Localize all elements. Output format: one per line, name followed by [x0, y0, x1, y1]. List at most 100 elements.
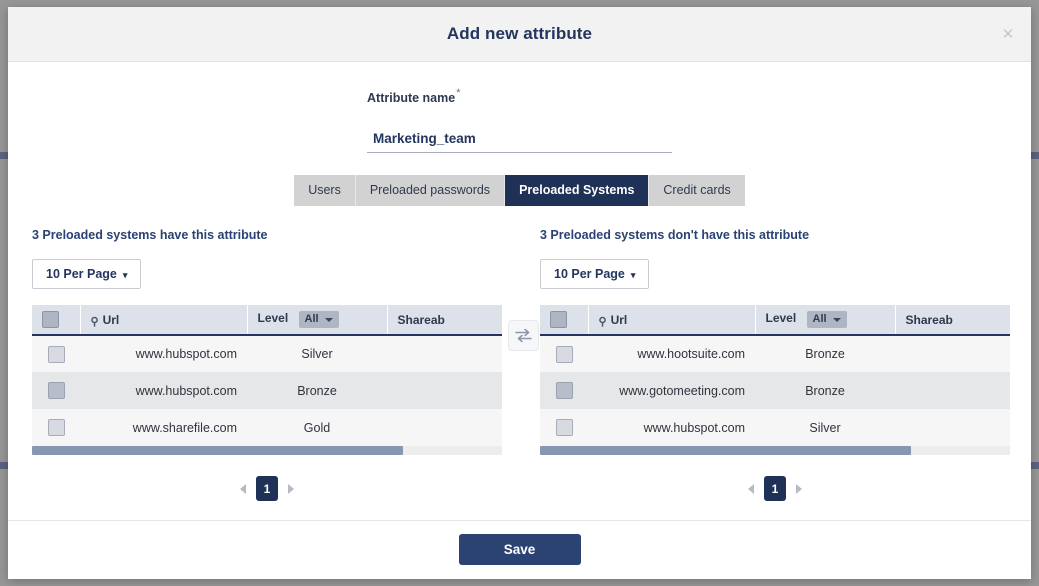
- pagination-prev-right[interactable]: [748, 483, 754, 494]
- dual-list-panels: 3 Preloaded systems have this attribute …: [8, 228, 1031, 502]
- row-checkbox-cell: [32, 335, 80, 372]
- row-checkbox[interactable]: [47, 345, 65, 363]
- per-page-dropdown-right[interactable]: 10 Per Page ▾: [540, 258, 650, 290]
- pagination-right: 1: [540, 476, 1010, 502]
- pagination-next-left[interactable]: [288, 483, 294, 494]
- select-all-checkbox-right[interactable]: [550, 311, 567, 329]
- pagination-page-1-left[interactable]: 1: [256, 476, 278, 502]
- column-header-shareable-left[interactable]: Shareab: [387, 305, 502, 337]
- caret-down-icon: [324, 317, 333, 322]
- save-button[interactable]: Save: [458, 534, 581, 565]
- row-checkbox[interactable]: [555, 382, 573, 400]
- horizontal-scrollbar-right[interactable]: [540, 446, 1010, 456]
- preloaded-systems-table-left: ⚲ Url Level All Shareab www.hubspot.com …: [32, 305, 502, 447]
- column-header-url-right[interactable]: ⚲ Url: [588, 305, 756, 337]
- cell-shareable: [387, 335, 502, 372]
- add-attribute-modal: Add new attribute ✕ Attribute name* User…: [8, 7, 1031, 579]
- panel-missing-attribute: 3 Preloaded systems don't have this attr…: [540, 228, 1010, 502]
- select-all-header-left: [32, 305, 81, 337]
- tab-preloaded-passwords[interactable]: Preloaded passwords: [355, 175, 506, 206]
- table-row[interactable]: www.hubspot.com Bronze: [32, 372, 502, 410]
- per-page-label-right: 10 Per Page: [554, 266, 625, 281]
- table-row[interactable]: www.hubspot.com Silver: [540, 409, 1010, 447]
- tab-users[interactable]: Users: [294, 175, 356, 206]
- chevron-down-icon: ▾: [630, 269, 636, 280]
- page-title: Add new attribute: [446, 24, 593, 43]
- row-checkbox[interactable]: [47, 382, 65, 400]
- table-row[interactable]: www.hootsuite.com Bronze: [540, 335, 1010, 373]
- cell-level: Bronze: [805, 347, 845, 362]
- cell-shareable: [387, 409, 502, 446]
- cell-level: Silver: [301, 347, 333, 362]
- per-page-label-left: 10 Per Page: [46, 266, 117, 281]
- row-checkbox[interactable]: [555, 345, 573, 363]
- column-label-url-left: Url: [102, 312, 120, 327]
- transfer-arrows-button[interactable]: [508, 319, 539, 351]
- row-checkbox[interactable]: [555, 419, 573, 437]
- pagination-prev-left[interactable]: [240, 483, 246, 494]
- close-icon[interactable]: ✕: [997, 23, 1019, 45]
- cell-level: Bronze: [805, 383, 845, 398]
- chevron-down-icon: ▾: [122, 269, 128, 280]
- scrollbar-thumb[interactable]: [32, 446, 404, 456]
- row-checkbox-cell: [540, 335, 588, 372]
- cell-shareable: [895, 335, 1010, 372]
- column-label-level-left: Level: [257, 311, 289, 326]
- panel-has-attribute: 3 Preloaded systems have this attribute …: [32, 228, 502, 502]
- pagination-left: 1: [32, 476, 502, 502]
- cell-url: www.hubspot.com: [135, 383, 237, 398]
- scrollbar-thumb[interactable]: [540, 446, 912, 456]
- cell-level: Gold: [303, 420, 331, 435]
- table-row[interactable]: www.sharefile.com Gold: [32, 409, 502, 447]
- column-header-url-left[interactable]: ⚲ Url: [80, 305, 248, 337]
- cell-url: www.hubspot.com: [135, 347, 237, 362]
- search-icon: ⚲: [598, 315, 607, 328]
- row-checkbox-cell: [32, 409, 80, 446]
- column-header-shareable-right[interactable]: Shareab: [895, 305, 1010, 337]
- level-filter-dropdown-left[interactable]: All: [298, 311, 339, 329]
- cell-level: Silver: [809, 420, 841, 435]
- tab-bar: Users Preloaded passwords Preloaded Syst…: [8, 175, 1031, 206]
- modal-footer: Save: [8, 520, 1031, 578]
- row-checkbox-cell: [540, 372, 588, 409]
- required-marker: *: [456, 87, 461, 99]
- table-row[interactable]: www.gotomeeting.com Bronze: [540, 372, 1010, 410]
- column-header-level-left: Level All: [247, 305, 388, 337]
- level-filter-value-right: All: [812, 313, 827, 326]
- horizontal-scrollbar-left[interactable]: [32, 446, 502, 456]
- preloaded-systems-table-right: ⚲ Url Level All Shareab www.hootsuite.co…: [540, 305, 1010, 447]
- select-all-header-right: [540, 305, 589, 337]
- column-label-url-right: Url: [610, 312, 628, 327]
- cell-url: www.hootsuite.com: [637, 347, 745, 362]
- select-all-checkbox-left[interactable]: [42, 311, 59, 329]
- cell-shareable: [895, 409, 1010, 446]
- panel-title-missing-attribute: 3 Preloaded systems don't have this attr…: [540, 227, 810, 242]
- pagination-page-1-right[interactable]: 1: [764, 476, 786, 502]
- pagination-next-right[interactable]: [796, 483, 802, 494]
- level-filter-dropdown-right[interactable]: All: [806, 311, 847, 329]
- tab-preloaded-systems[interactable]: Preloaded Systems: [505, 175, 650, 206]
- tab-credit-cards[interactable]: Credit cards: [649, 175, 745, 206]
- attribute-name-label: Attribute name: [367, 91, 456, 106]
- cell-level: Bronze: [297, 383, 337, 398]
- cell-shareable: [895, 372, 1010, 409]
- row-checkbox[interactable]: [47, 419, 65, 437]
- level-filter-value-left: All: [304, 313, 319, 326]
- cell-url: www.sharefile.com: [132, 420, 237, 435]
- search-icon: ⚲: [90, 315, 99, 328]
- attribute-name-input[interactable]: [367, 123, 672, 154]
- table-row[interactable]: www.hubspot.com Silver: [32, 335, 502, 373]
- table-scroll-left: ⚲ Url Level All Shareab www.hubspot.com …: [32, 305, 502, 456]
- cell-shareable: [387, 372, 502, 409]
- attribute-name-field-block: Attribute name*: [367, 62, 672, 154]
- cell-url: www.hubspot.com: [643, 420, 745, 435]
- cell-url: www.gotomeeting.com: [619, 383, 745, 398]
- per-page-dropdown-left[interactable]: 10 Per Page ▾: [32, 258, 142, 290]
- table-header-row: ⚲ Url Level All Shareab: [540, 305, 1010, 337]
- modal-header: Add new attribute ✕: [8, 7, 1031, 62]
- column-header-level-right: Level All: [755, 305, 896, 337]
- row-checkbox-cell: [32, 372, 80, 409]
- table-scroll-right: ⚲ Url Level All Shareab www.hootsuite.co…: [540, 305, 1010, 456]
- table-header-row: ⚲ Url Level All Shareab: [32, 305, 502, 337]
- column-label-shareable-left: Shareab: [397, 312, 445, 327]
